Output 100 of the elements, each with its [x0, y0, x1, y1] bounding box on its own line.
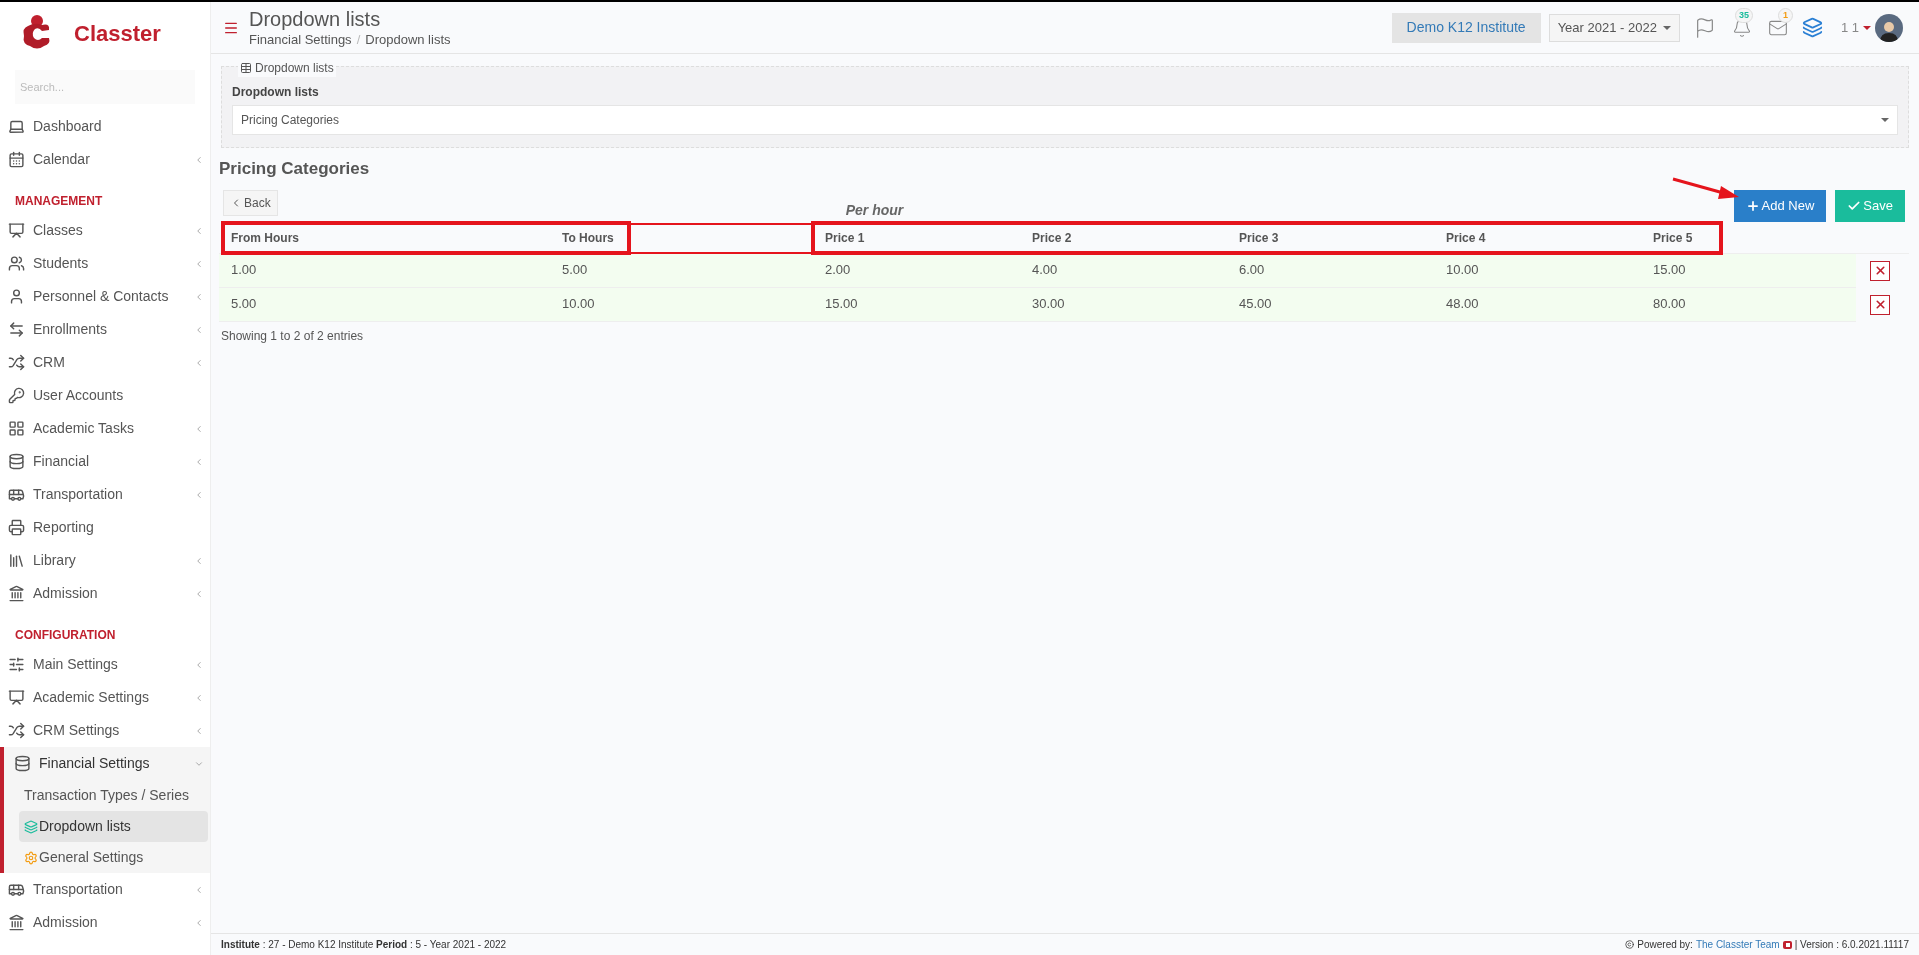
chevron-left-icon	[194, 258, 204, 269]
sidebar-item[interactable]: CRM	[0, 346, 210, 379]
sidebar-item[interactable]: Classes	[0, 214, 210, 247]
sidebar-item[interactable]: Academic Settings	[0, 681, 210, 714]
chevron-left-icon	[194, 357, 204, 368]
sidebar-item[interactable]: Transportation	[0, 873, 210, 906]
breadcrumb-link[interactable]: Financial Settings	[249, 31, 352, 49]
chevron-left-icon	[194, 324, 204, 335]
sidebar-item[interactable]: Academic Tasks	[0, 412, 210, 445]
back-button[interactable]: Back	[223, 189, 278, 216]
table-cell-text: 1.00	[231, 261, 258, 280]
annotation-arrow	[1671, 176, 1741, 200]
chevron-left-icon	[194, 725, 204, 736]
shuffle-icon	[8, 354, 25, 371]
notification-count: 35	[1734, 7, 1753, 23]
add-new-button[interactable]: Add New	[1733, 189, 1827, 222]
footer-info: Institute : 27 - Demo K12 Institute Period : 5 - Year 2021 - 2022	[221, 938, 507, 952]
chevron-left-icon	[194, 489, 204, 500]
table-cell-text: 10.00	[1446, 261, 1480, 280]
users-icon	[8, 255, 25, 272]
chevron-left-icon	[194, 917, 204, 928]
chevron-left-icon	[194, 555, 204, 566]
layers-icon	[24, 819, 38, 834]
year-dropdown[interactable]: Year 2021 - 2022	[1548, 13, 1680, 42]
submenu-item[interactable]: Transaction Types / Series	[19, 780, 208, 811]
column-header[interactable]: Price 1	[825, 229, 1032, 247]
sidebar-item[interactable]: Main Settings	[0, 648, 210, 681]
sidebar-item[interactable]: Financial Settings	[4, 747, 210, 780]
table-cell-text: 48.00	[1446, 295, 1480, 314]
plus-icon	[1745, 198, 1760, 213]
field-label: Dropdown lists	[232, 84, 320, 101]
building-icon	[8, 585, 25, 602]
arrows-icon	[8, 321, 25, 338]
chevron-left-icon	[194, 225, 204, 236]
column-header[interactable]: Price 2	[1032, 229, 1239, 247]
delete-button[interactable]	[1870, 294, 1890, 315]
sidebar-item[interactable]: Admission	[0, 906, 210, 939]
sidebar-item[interactable]: Reporting	[0, 511, 210, 544]
chevron-left-icon	[194, 659, 204, 670]
column-header[interactable]: Price 4	[1446, 229, 1653, 247]
institute-label[interactable]: Demo K12 Institute	[1391, 12, 1541, 43]
table-cell-text: 5.00	[231, 295, 258, 314]
printer-icon	[8, 519, 25, 536]
brand-name: Classter	[74, 19, 161, 48]
table-cell-text: 10.00	[562, 295, 596, 314]
chevron-left-icon	[194, 692, 204, 703]
version-label: | Version : 6.0.2021.11117	[1794, 938, 1909, 952]
caret-icon	[1662, 25, 1671, 30]
column-header[interactable]: Price 3	[1239, 229, 1446, 247]
grid-icon	[8, 420, 25, 437]
chevron-left-icon	[194, 588, 204, 599]
table-cell-text: 5.00	[562, 261, 589, 280]
sidebar-item[interactable]: CRM Settings	[0, 714, 210, 747]
sidebar-item[interactable]: Students	[0, 247, 210, 280]
sidebar-item[interactable]: Personnel & Contacts	[0, 280, 210, 313]
table-cell-text: 6.00	[1239, 261, 1266, 280]
shuffle-icon	[8, 722, 25, 739]
panel-legend: Dropdown lists	[255, 59, 334, 77]
sidebar-item[interactable]: Dashboard	[0, 110, 210, 143]
chevron-left-icon	[194, 423, 204, 434]
gear-icon	[24, 850, 38, 865]
table-cell-text: 30.00	[1032, 295, 1066, 314]
powered-by-label: Powered by:	[1637, 938, 1693, 952]
table-cell-text: 45.00	[1239, 295, 1273, 314]
column-header[interactable]: Price 5	[1653, 229, 1846, 247]
caret-icon	[1881, 118, 1889, 122]
sidebar-item[interactable]: Library	[0, 544, 210, 577]
column-group-label: Per hour	[845, 200, 904, 220]
avatar[interactable]	[1875, 13, 1903, 42]
submenu-item[interactable]: Dropdown lists	[19, 811, 208, 842]
team-link[interactable]: The Classter Team	[1695, 937, 1780, 952]
close-icon	[1873, 298, 1887, 311]
search-field[interactable]: Search...	[15, 70, 195, 104]
sidebar-item[interactable]: User Accounts	[0, 379, 210, 412]
chevron-left-icon	[194, 154, 204, 165]
table-info: Showing 1 to 2 of 2 entries	[221, 327, 365, 345]
caret-icon	[1863, 25, 1871, 30]
sidebar-item[interactable]: Enrollments	[0, 313, 210, 346]
delete-button[interactable]	[1870, 260, 1890, 281]
section-heading: CONFIGURATION	[15, 627, 116, 644]
table-cell-text: 15.00	[1653, 261, 1687, 280]
column-header[interactable]: To Hours	[562, 229, 825, 247]
table-cell-text: 80.00	[1653, 295, 1687, 314]
calendar-icon	[8, 151, 25, 168]
sidebar-item[interactable]: Financial	[0, 445, 210, 478]
table-cell-text: 2.00	[825, 261, 852, 280]
sliders-icon	[8, 656, 25, 673]
sidebar-item[interactable]: Admission	[0, 577, 210, 610]
table-cell-text: 4.00	[1032, 261, 1059, 280]
copyright-icon	[1625, 940, 1635, 949]
sidebar-item[interactable]: Transportation	[0, 478, 210, 511]
breadcrumb-link[interactable]: Dropdown lists	[365, 31, 451, 49]
key-icon	[8, 387, 25, 404]
sidebar-item[interactable]: Calendar	[0, 143, 210, 176]
column-header[interactable]: From Hours	[231, 229, 562, 247]
message-count: 1	[1777, 7, 1793, 23]
books-icon	[8, 552, 25, 569]
submenu-item[interactable]: General Settings	[19, 842, 208, 873]
building-icon	[8, 914, 25, 931]
dropdown-select[interactable]: Pricing Categories	[232, 105, 1898, 135]
